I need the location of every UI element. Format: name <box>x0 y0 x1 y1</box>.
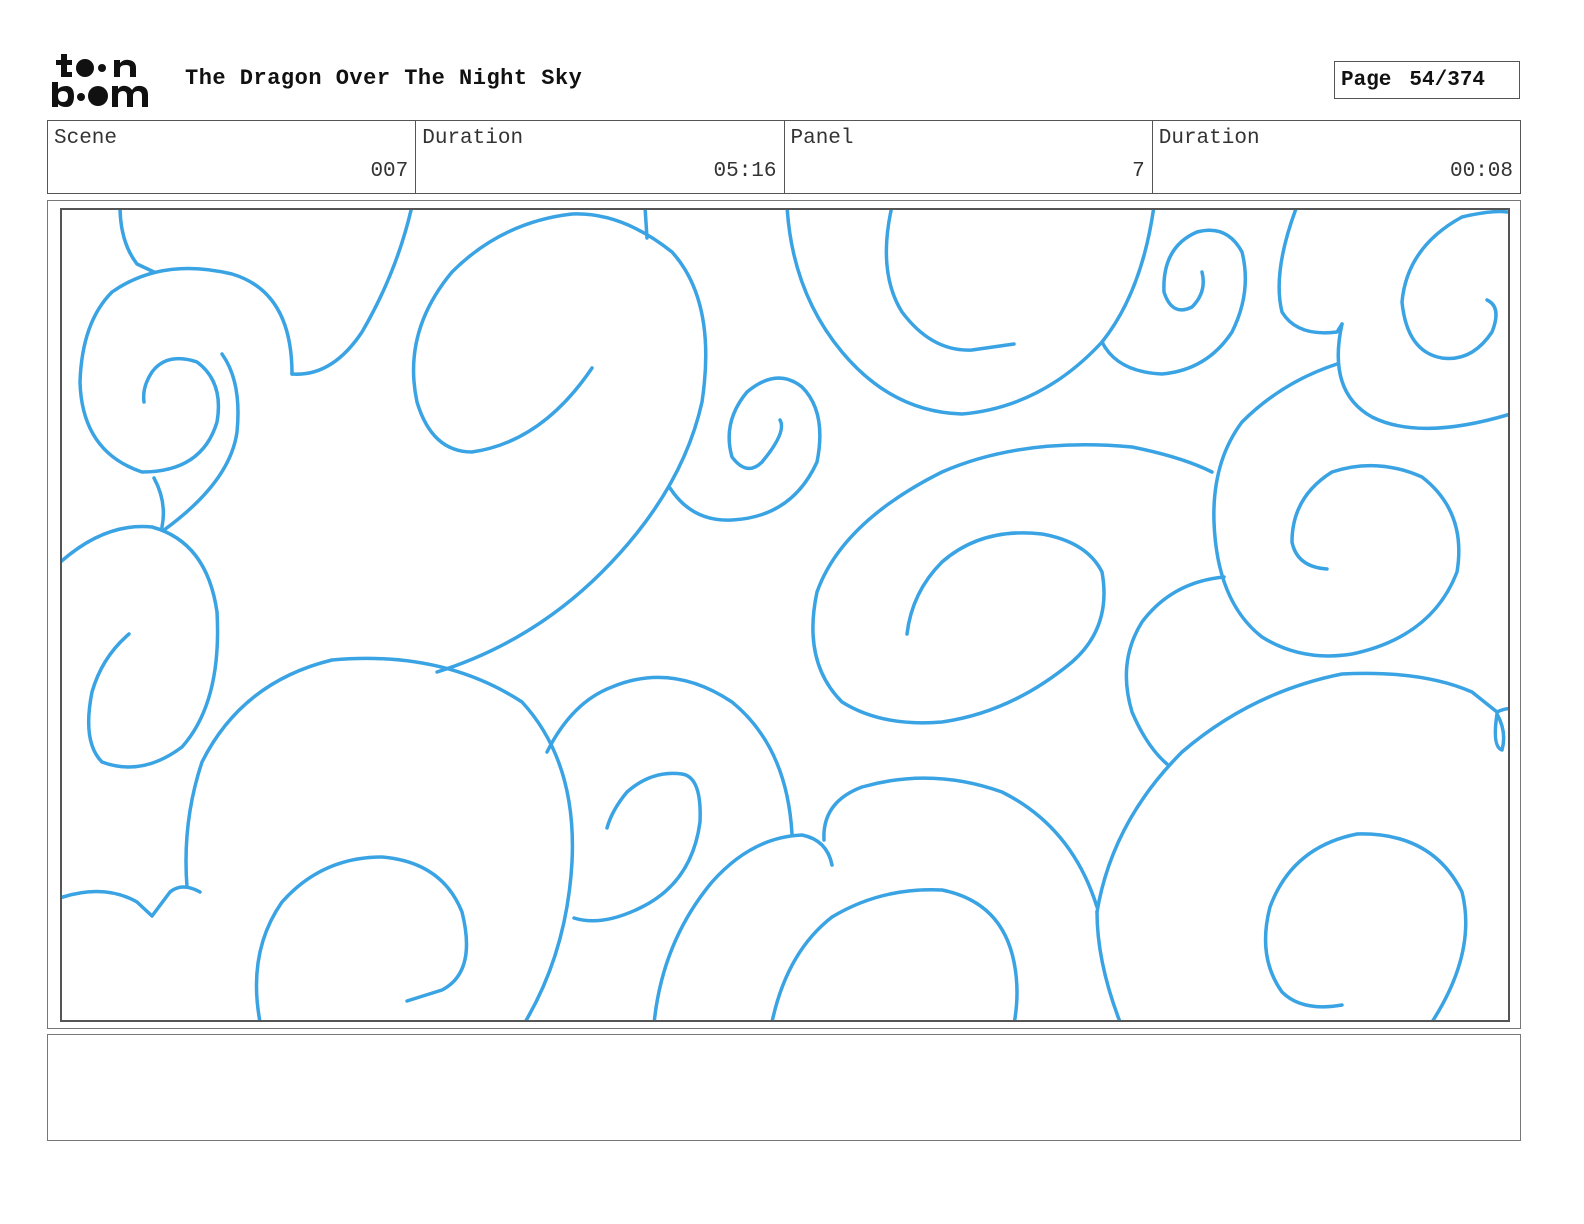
toon-boom-logo <box>52 52 164 110</box>
scene-info-table: Scene 007 Duration 05:16 Panel 7 Duratio… <box>47 120 1521 194</box>
scene-cell: Scene 007 <box>48 121 417 193</box>
storyboard-title: The Dragon Over The Night Sky <box>185 66 583 91</box>
page-label: Page <box>1341 68 1392 92</box>
swirl-cloud-drawing <box>62 210 1508 1020</box>
panel-frame <box>47 200 1521 1029</box>
panel-drawing <box>60 208 1510 1022</box>
panel-value: 7 <box>1132 160 1145 183</box>
panel-duration-label: Duration <box>1158 127 1260 150</box>
panel-duration-cell: Duration 00:08 <box>1153 121 1520 193</box>
scene-label: Scene <box>54 127 118 150</box>
panel-notes-box[interactable] <box>47 1034 1521 1141</box>
panel-cell: Panel 7 <box>785 121 1153 193</box>
scene-duration-cell: Duration 05:16 <box>416 121 785 193</box>
page-indicator: Page 54/374 <box>1334 61 1520 99</box>
scene-value: 007 <box>370 160 409 183</box>
scene-duration-value: 05:16 <box>713 160 777 183</box>
scene-duration-label: Duration <box>422 127 524 150</box>
page-number: 54/374 <box>1409 68 1486 92</box>
panel-duration-value: 00:08 <box>1449 160 1513 183</box>
panel-label: Panel <box>790 127 854 150</box>
